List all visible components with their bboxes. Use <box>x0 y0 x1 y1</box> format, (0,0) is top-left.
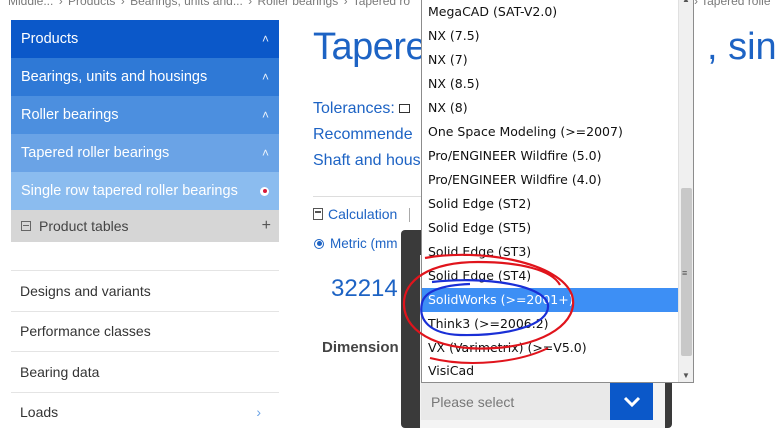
listbox-option[interactable]: Think3 (>=2006.2) <box>422 312 678 336</box>
breadcrumb-item[interactable]: Tapered ro <box>353 0 410 8</box>
sidebar-link-label: Bearing data <box>20 363 100 380</box>
tab-label: Calculation <box>328 206 398 222</box>
listbox-scrollbar[interactable]: ▲ ≡ ▼ <box>678 0 693 382</box>
shaft-housing-link[interactable]: Shaft and hous <box>313 152 421 170</box>
part-number[interactable]: 32214 <box>331 275 398 303</box>
breadcrumb: Middle... › Products › Bearings, units a… <box>8 0 412 8</box>
scroll-down-arrow-icon[interactable]: ▼ <box>682 371 690 380</box>
tolerances-link[interactable]: Tolerances: <box>313 100 410 118</box>
sidebar-link-label: Loads <box>20 404 59 421</box>
sidebar-link-performance-classes[interactable]: Performance classes <box>11 310 279 352</box>
sidebar-link-label: Designs and variants <box>20 282 151 299</box>
listbox-option[interactable]: Pro/ENGINEER Wildfire (4.0) <box>422 168 678 192</box>
divider <box>313 196 423 197</box>
sidebar-item-label: Bearings, units and housings <box>21 69 208 85</box>
listbox-option-selected[interactable]: SolidWorks (>=2001+) <box>422 288 678 312</box>
dropdown-toggle-button[interactable] <box>610 383 653 420</box>
sidebar-link-label: Performance classes <box>20 323 151 340</box>
chevron-right-icon: › <box>256 404 261 421</box>
sidebar-link-loads[interactable]: Loads › <box>11 391 279 428</box>
sidebar-item-roller-bearings[interactable]: Roller bearings ˄ <box>11 96 279 134</box>
chevron-up-icon: ˄ <box>261 146 269 160</box>
metric-radio[interactable]: Metric (mm <box>314 236 398 251</box>
expand-icon[interactable] <box>398 104 410 114</box>
listbox-option[interactable]: MegaCAD (SAT-V2.0) <box>422 0 678 24</box>
table-icon <box>21 221 31 231</box>
breadcrumb-item-current: › Tapered rolle <box>694 0 771 8</box>
page-title: Tapere <box>313 26 427 68</box>
listbox-option[interactable]: Solid Edge (ST3) <box>422 240 678 264</box>
sidebar-item-label: Single row tapered roller bearings <box>21 183 238 199</box>
metric-label: Metric (mm <box>330 236 398 251</box>
recommended-link[interactable]: Recommende <box>313 126 413 144</box>
radio-selected-icon[interactable] <box>314 238 324 249</box>
listbox-option[interactable]: Solid Edge (ST2) <box>422 192 678 216</box>
breadcrumb-item[interactable]: Middle... <box>8 0 53 8</box>
breadcrumb-separator: › <box>58 0 63 8</box>
grip-icon: ≡ <box>682 268 688 278</box>
sidebar-item-label: Roller bearings <box>21 107 119 123</box>
listbox-option[interactable]: One Space Modeling (>=2007) <box>422 120 678 144</box>
cad-format-select[interactable]: Please select <box>421 383 653 420</box>
chevron-down-icon <box>623 396 640 407</box>
listbox-option[interactable]: VX (Varimetrix) (>=V5.0) <box>422 336 678 360</box>
active-indicator-icon <box>260 186 269 196</box>
cad-format-listbox[interactable]: MegaCAD (SAT-V2.0) NX (7.5) NX (7) NX (8… <box>421 0 694 383</box>
sidebar-link-designs-variants[interactable]: Designs and variants <box>11 270 279 311</box>
page-title-continued: , sing <box>707 26 776 68</box>
breadcrumb-item[interactable]: Products <box>68 0 115 8</box>
tolerances-label: Tolerances: <box>313 100 395 117</box>
sidebar-item-label: Products <box>21 31 79 47</box>
tab-separator <box>409 208 410 222</box>
chevron-up-icon: ˄ <box>261 108 269 122</box>
sidebar-item-bearings-units-housings[interactable]: Bearings, units and housings ˄ <box>11 58 279 96</box>
listbox-option[interactable]: NX (7.5) <box>422 24 678 48</box>
sidebar-item-tapered-roller-bearings[interactable]: Tapered roller bearings ˄ <box>11 134 279 172</box>
breadcrumb-separator: › <box>120 0 125 8</box>
sidebar-item-single-row-tapered[interactable]: Single row tapered roller bearings <box>11 172 279 210</box>
select-placeholder: Please select <box>431 393 515 410</box>
listbox-option[interactable]: Solid Edge (ST4) <box>422 264 678 288</box>
listbox-option[interactable]: Solid Edge (ST5) <box>422 216 678 240</box>
chevron-up-icon: ˄ <box>261 70 269 84</box>
tab-calculation[interactable]: Calculation <box>313 206 397 222</box>
dimensions-heading: Dimension <box>322 339 399 356</box>
listbox-option[interactable]: VisiCad <box>422 360 678 382</box>
expand-plus-icon[interactable]: + <box>262 217 271 235</box>
sidebar-item-product-tables[interactable]: Product tables + <box>11 210 279 242</box>
breadcrumb-item[interactable]: Roller bearings <box>258 0 339 8</box>
sidebar-link-bearing-data[interactable]: Bearing data <box>11 351 279 392</box>
listbox-option[interactable]: Pro/ENGINEER Wildfire (5.0) <box>422 144 678 168</box>
sidebar-item-label: Tapered roller bearings <box>21 145 170 161</box>
sidebar-links: Designs and variants Performance classes… <box>11 270 279 428</box>
sidebar-nav: Products ˄ Bearings, units and housings … <box>11 20 279 242</box>
breadcrumb-item[interactable]: Bearings, units and... <box>130 0 243 8</box>
listbox-option[interactable]: NX (8) <box>422 96 678 120</box>
breadcrumb-separator: › <box>343 0 348 8</box>
listbox-option[interactable]: NX (7) <box>422 48 678 72</box>
scroll-up-arrow-icon[interactable]: ▲ <box>682 0 690 4</box>
sidebar-item-products[interactable]: Products ˄ <box>11 20 279 58</box>
breadcrumb-separator: › <box>248 0 253 8</box>
chevron-up-icon: ˄ <box>261 32 269 46</box>
sidebar-item-label: Product tables <box>39 218 129 234</box>
listbox-option[interactable]: NX (8.5) <box>422 72 678 96</box>
calculator-icon <box>313 208 323 220</box>
